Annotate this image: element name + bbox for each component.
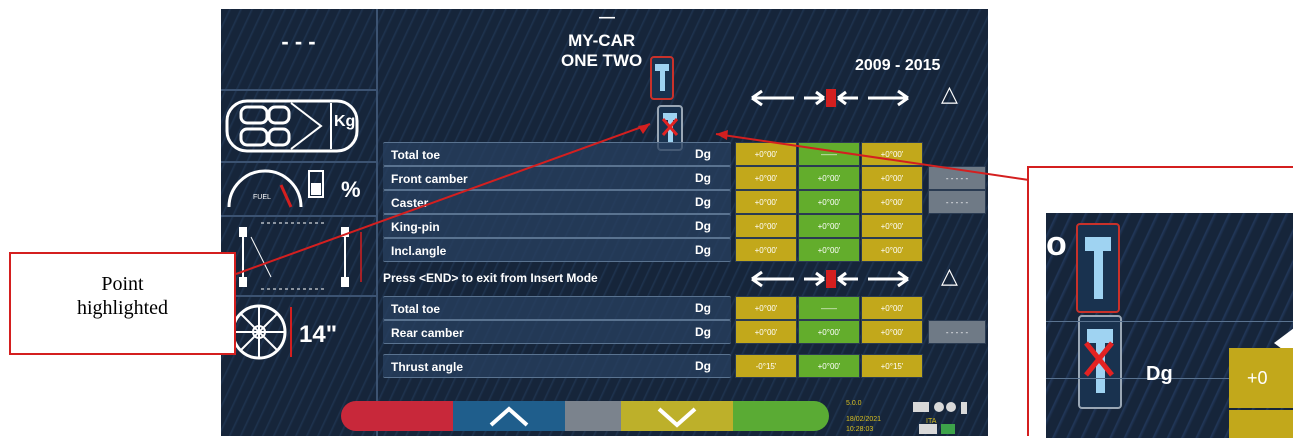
zoom-image: o Dg +0 [1046,213,1293,438]
zoom-value-cell: +0 [1229,348,1293,408]
annotation-callout: Point highlighted [9,252,236,355]
zoom-no-adjust-wrench-icon [1078,315,1122,409]
callout-line-1: Point [101,273,144,295]
zoom-value-cell-2 [1229,410,1293,438]
zoom-unit: Dg [1146,363,1173,385]
zoom-adjust-wrench-icon [1076,223,1120,313]
callout-line-2: highlighted [76,297,169,319]
zoom-inset: o Dg +0 [1027,166,1293,438]
zoom-char-fragment: o [1046,225,1067,263]
